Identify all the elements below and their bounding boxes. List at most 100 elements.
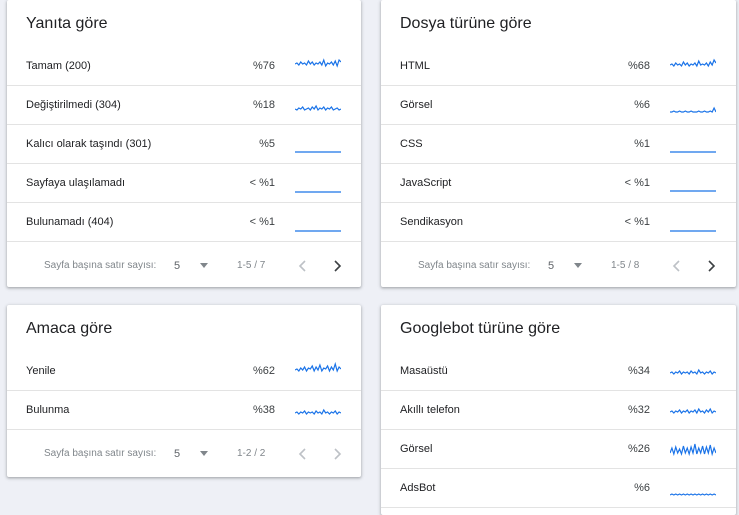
row-label: JavaScript <box>400 177 452 189</box>
pager: Sayfa başına satır sayısı: 5 1-5 / 8 <box>381 242 736 287</box>
row-percentage: %1 <box>634 138 650 150</box>
row-label: Akıllı telefon <box>400 404 460 416</box>
row-percentage: %76 <box>252 60 275 72</box>
row-percentage: < %1 <box>624 216 650 228</box>
card-by-googlebot-type: Googlebot türüne göre Masaüstü %34 Akıllı … <box>381 305 736 515</box>
sparkline-line <box>670 407 716 415</box>
rows-per-page-select[interactable]: 5 <box>548 242 554 287</box>
card-title: Googlebot türüne göre <box>400 320 561 337</box>
table-row[interactable]: Kalıcı olarak taşındı (301) %5 <box>7 125 361 164</box>
row-label: Yenile <box>26 365 56 377</box>
row-percentage: %32 <box>627 404 650 416</box>
table-row[interactable]: Görsel %26 <box>381 430 736 469</box>
sparkline-chart <box>295 104 341 112</box>
card-title: Yanıta göre <box>26 15 108 32</box>
table-row[interactable]: Sayfaya ulaşılamadı < %1 <box>7 164 361 203</box>
caret-down-icon[interactable] <box>574 263 582 268</box>
page-range: 1-5 / 8 <box>611 260 640 271</box>
sparkline-line <box>670 368 716 376</box>
row-percentage: %26 <box>627 443 650 455</box>
row-percentage: %5 <box>259 138 275 150</box>
table-row[interactable]: JavaScript < %1 <box>381 164 736 203</box>
row-label: Kalıcı olarak taşındı (301) <box>26 138 152 150</box>
row-label: HTML <box>400 60 430 72</box>
sparkline-chart <box>670 443 716 457</box>
rows-per-page-select[interactable]: 5 <box>174 430 180 477</box>
sparkline-chart <box>670 368 716 376</box>
table-row[interactable]: Tamam (200) %76 <box>7 47 361 86</box>
card-title: Amaca göre <box>26 320 113 337</box>
pager: Sayfa başına satır sayısı: 5 1-2 / 2 <box>7 430 361 477</box>
sparkline-chart <box>670 190 716 192</box>
row-label: Bulunamadı (404) <box>26 216 114 228</box>
rows-per-page-label: Sayfa başına satır sayısı: <box>44 448 157 459</box>
chevron-right-icon[interactable] <box>327 256 347 276</box>
sparkline-line <box>670 58 716 68</box>
table-row[interactable]: CSS %1 <box>381 125 736 164</box>
row-percentage: %68 <box>627 60 650 72</box>
sparkline-line <box>295 58 341 68</box>
chevron-right-icon[interactable] <box>701 256 721 276</box>
card-by-purpose: Amaca göre Yenile %62 Bulunma %38 Sayfa baş… <box>7 305 361 477</box>
sparkline-chart <box>295 230 341 232</box>
row-label: AdsBot <box>400 482 436 494</box>
sparkline-chart <box>295 408 341 416</box>
row-percentage: < %1 <box>624 177 650 189</box>
chevron-left-icon[interactable] <box>667 256 687 276</box>
sparkline-chart <box>295 361 341 373</box>
caret-down-icon[interactable] <box>200 451 208 456</box>
card-title: Dosya türüne göre <box>400 15 532 32</box>
row-label: Sendikasyon <box>400 216 463 228</box>
pager: Sayfa başına satır sayısı: 5 1-5 / 7 <box>7 242 361 287</box>
row-label: Görsel <box>400 443 433 455</box>
row-percentage: < %1 <box>249 177 275 189</box>
row-percentage: %38 <box>252 404 275 416</box>
table-row[interactable]: HTML %68 <box>381 47 736 86</box>
table-row[interactable]: Sendikasyon < %1 <box>381 203 736 242</box>
row-label: Görsel <box>400 99 433 111</box>
sparkline-line <box>670 443 716 457</box>
sparkline-line <box>295 361 341 373</box>
row-percentage: %18 <box>252 99 275 111</box>
table-row[interactable]: Bulunamadı (404) < %1 <box>7 203 361 242</box>
sparkline-chart <box>670 151 716 153</box>
sparkline-line <box>670 493 716 496</box>
chevron-left-icon[interactable] <box>293 444 313 464</box>
table-row[interactable]: Masaüstü %34 <box>381 352 736 391</box>
caret-down-icon[interactable] <box>200 263 208 268</box>
sparkline-line <box>295 104 341 112</box>
row-label: Sayfaya ulaşılamadı <box>26 177 126 189</box>
sparkline-chart <box>295 58 341 68</box>
row-label: Masaüstü <box>400 365 448 377</box>
sparkline-line <box>295 408 341 416</box>
table-row[interactable]: Değiştirilmedi (304) %18 <box>7 86 361 125</box>
rows-per-page-label: Sayfa başına satır sayısı: <box>418 260 531 271</box>
rows-per-page-select[interactable]: 5 <box>174 242 180 287</box>
table-row[interactable]: AdsBot %6 <box>381 469 736 508</box>
chevron-left-icon[interactable] <box>293 256 313 276</box>
sparkline-chart <box>670 106 716 113</box>
sparkline-chart <box>670 407 716 415</box>
row-label: CSS <box>400 138 423 150</box>
sparkline-chart <box>295 191 341 193</box>
sparkline-chart <box>295 151 341 153</box>
row-percentage: < %1 <box>249 216 275 228</box>
sparkline-chart <box>670 230 716 232</box>
row-label: Değiştirilmedi (304) <box>26 99 121 111</box>
card-by-response: Yanıta göre Tamam (200) %76 Değiştirilmedi… <box>7 0 361 287</box>
row-percentage: %6 <box>634 99 650 111</box>
row-percentage: %62 <box>252 365 275 377</box>
table-row[interactable]: Bulunma %38 <box>7 391 361 430</box>
sparkline-line <box>670 106 716 113</box>
sparkline-chart <box>670 58 716 68</box>
table-row[interactable]: Görsel %6 <box>381 86 736 125</box>
table-row[interactable]: Akıllı telefon %32 <box>381 391 736 430</box>
row-label: Tamam (200) <box>26 60 91 72</box>
sparkline-chart <box>670 493 716 496</box>
table-row[interactable]: Yenile %62 <box>7 352 361 391</box>
row-percentage: %34 <box>627 365 650 377</box>
row-label: Bulunma <box>26 404 70 416</box>
row-percentage: %6 <box>634 482 650 494</box>
rows-per-page-label: Sayfa başına satır sayısı: <box>44 260 157 271</box>
chevron-right-icon[interactable] <box>327 444 347 464</box>
